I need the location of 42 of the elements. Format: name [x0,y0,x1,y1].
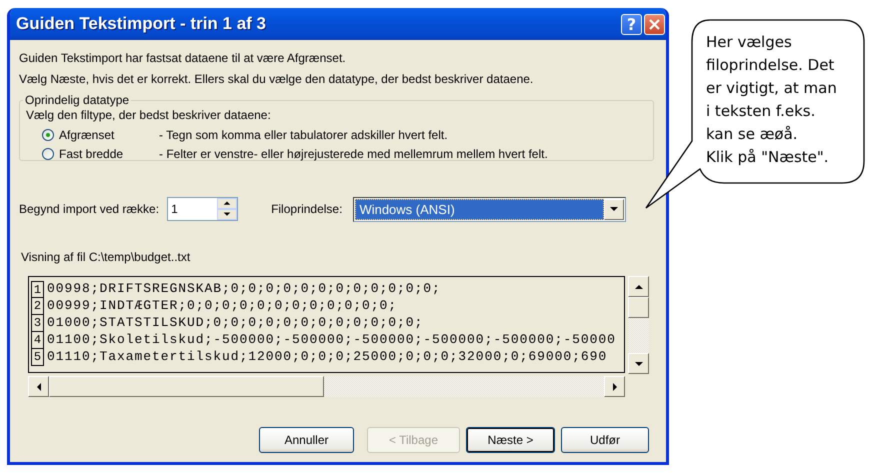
radio-label[interactable]: Afgrænset [59,128,159,142]
preview-line: 01100;Skoletilskud;-500000;-500000;-500000;-500000;-500000;-50000 [46,332,616,349]
radio-button[interactable] [42,128,54,140]
option-description: - Felter er venstre- eller højrejusterede med mellemrum mellem hvert felt. [159,146,548,160]
horizontal-scrollbar[interactable] [28,376,625,397]
preview-line: 00998;DRIFTSREGNSKAB;0;0;0;0;0;0;0;0;0;0;0;0; [46,281,441,298]
left-arrow-icon [36,382,40,390]
callout-text: Her vælges filoprindelse. Det er vigtigt, at man i teksten f.eks. kan se æøå. Klik på "Næste". [706,32,837,168]
preview-line: 01000;STATSTILSKUD;0;0;0;0;0;0;0;0;0;0;0;0; [46,315,424,332]
file-origin-dropdown[interactable]: Windows (ANSI) [353,196,626,222]
intro-text: Guiden Tekstimport har fastsat dataene til at være Afgrænset. [19,50,347,67]
start-row-label: Begynd import ved række: [19,202,160,216]
right-arrow-icon [612,382,616,390]
radio-button[interactable] [42,148,54,160]
next-button[interactable]: Næste > [466,427,555,453]
row-number: 1 [31,281,44,298]
close-icon [648,18,661,30]
row-number: 4 [31,332,44,349]
row-number: 5 [31,349,44,366]
preview-line: 00999;INDTÆGTER;0;0;0;0;0;0;0;0;0;0;0;0; [46,298,398,315]
window-title: Guiden Tekstimport - trin 1 af 3 [16,14,267,34]
option-description: - Tegn som komma eller tabulatorer adskiller hvert felt. [159,128,448,142]
cancel-button[interactable]: Annuller [259,427,354,453]
dropdown-arrow-icon [610,207,618,211]
scroll-thumb[interactable] [628,297,649,318]
finish-button[interactable]: Udfør [561,427,649,453]
row-number: 3 [31,315,44,332]
scroll-thumb[interactable] [49,376,324,397]
radio-label[interactable]: Fast bredde [59,146,159,160]
row-number: 2 [31,298,44,315]
group-legend: Oprindelig datatype [23,93,132,107]
up-arrow-icon [634,284,642,288]
intro-text: Vælg Næste, hvis det er korrekt. Ellers skal du vælge den datatype, der bedst beskriver dataene. [19,71,534,88]
start-row-spinner[interactable]: 1 [167,197,238,221]
group-prompt: Vælg den filtype, der bedst beskriver dataene: [26,108,272,122]
preview-label: Visning af fil C:\temp\budget..txt [21,250,192,264]
help-button[interactable]: ? [621,14,642,34]
vertical-scrollbar[interactable] [628,276,649,374]
down-arrow-icon [634,362,642,366]
file-origin-label: Filoprindelse: [271,202,342,216]
preview-line: 01110;Taxametertilskud;12000;0;0;0;25000;0;0;0;32000;0;69000;690 [46,349,608,366]
close-button[interactable] [644,14,665,34]
